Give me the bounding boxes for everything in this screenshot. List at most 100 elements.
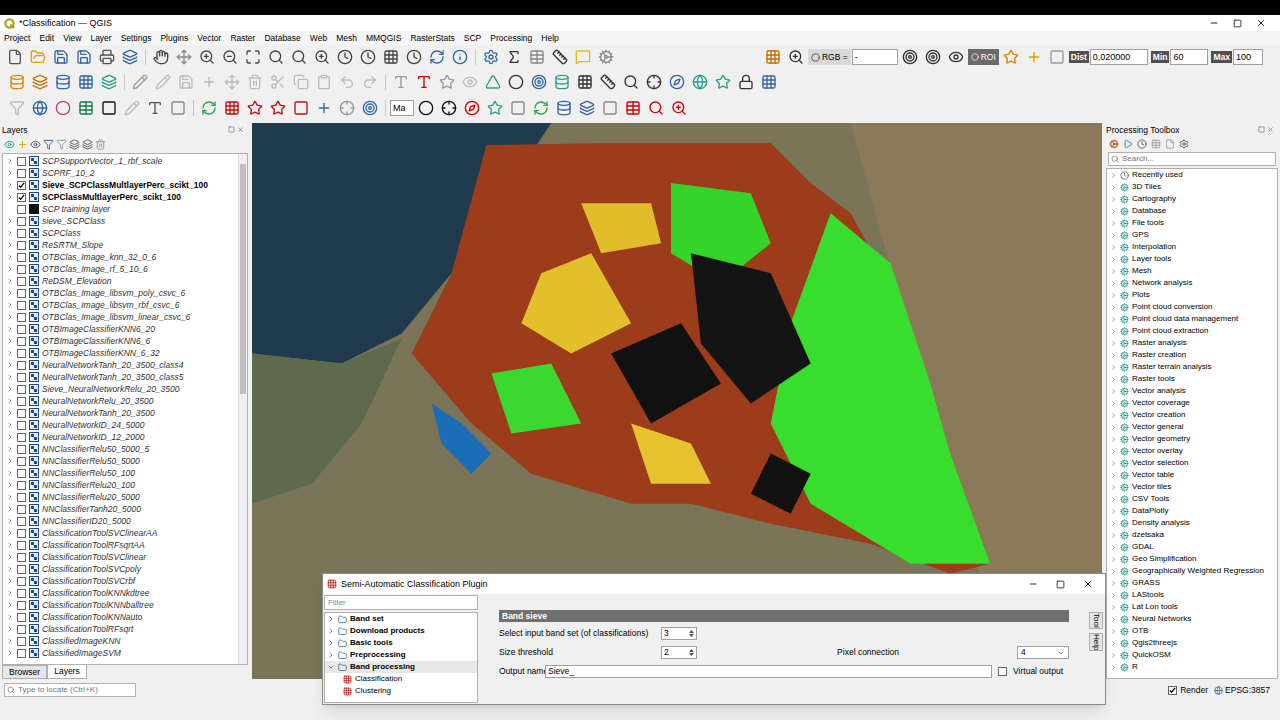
layer-row[interactable]: ClassifiedImageSVM bbox=[3, 647, 238, 659]
expand-arrow-icon[interactable] bbox=[1110, 592, 1117, 599]
roi-add-icon[interactable] bbox=[1023, 46, 1045, 68]
layer-checkbox[interactable] bbox=[17, 325, 26, 334]
expand-arrow-icon[interactable] bbox=[6, 289, 14, 297]
digitize-icon[interactable] bbox=[152, 71, 174, 93]
layer-checkbox[interactable] bbox=[17, 649, 26, 658]
expand-arrow-icon[interactable] bbox=[327, 651, 335, 659]
toolbox-item[interactable]: 3D Tiles bbox=[1107, 181, 1277, 193]
expand-arrow-icon[interactable] bbox=[6, 337, 14, 345]
toolbox-item[interactable]: Lat Lon tools bbox=[1107, 601, 1277, 613]
expand-arrow-icon[interactable] bbox=[6, 553, 14, 561]
layer-row[interactable]: NeuralNetworkTanh_20_3500_class4 bbox=[3, 359, 238, 371]
georef-pt-icon[interactable] bbox=[359, 97, 381, 119]
layer-checkbox[interactable] bbox=[17, 577, 26, 586]
close-panel-icon[interactable] bbox=[237, 126, 244, 133]
layer-checkbox[interactable] bbox=[17, 337, 26, 346]
action-icon[interactable] bbox=[480, 46, 502, 68]
spin-arrows-icon[interactable] bbox=[689, 629, 694, 638]
expand-arrow-icon[interactable] bbox=[1110, 568, 1117, 575]
expand-arrow-icon[interactable] bbox=[1110, 364, 1117, 371]
expand-arrow-icon[interactable] bbox=[327, 627, 335, 635]
expand-arrow-icon[interactable] bbox=[6, 565, 14, 573]
tool-tree-item[interactable]: Band set bbox=[325, 613, 477, 625]
expand-arrow-icon[interactable] bbox=[6, 469, 14, 477]
rgb-combobox[interactable]: - bbox=[852, 49, 898, 65]
expand-arrow-icon[interactable] bbox=[6, 313, 14, 321]
layer-row[interactable]: NNClassifierRelu50_100 bbox=[3, 467, 238, 479]
layer-checkbox[interactable] bbox=[17, 481, 26, 490]
open-icon[interactable] bbox=[27, 46, 49, 68]
toolbox-item[interactable]: Raster analysis bbox=[1107, 337, 1277, 349]
layer-checkbox[interactable] bbox=[17, 541, 26, 550]
toolbox-item[interactable]: GPS bbox=[1107, 229, 1277, 241]
toolbox-item[interactable]: Neural Networks bbox=[1107, 613, 1277, 625]
new-map-view-icon[interactable] bbox=[380, 46, 402, 68]
layer-row[interactable]: NeuralNetworkID_12_2000 bbox=[3, 431, 238, 443]
expand-arrow-icon[interactable] bbox=[1110, 316, 1117, 323]
expand-arrow-icon[interactable] bbox=[6, 265, 14, 273]
layer-checkbox[interactable] bbox=[17, 469, 26, 478]
toolbox-item[interactable]: Vector overlay bbox=[1107, 445, 1277, 457]
expand-arrow-icon[interactable] bbox=[1110, 520, 1117, 527]
expand-arrow-icon[interactable] bbox=[1110, 424, 1117, 431]
layer-checkbox[interactable] bbox=[17, 181, 26, 190]
expand-arrow-icon[interactable] bbox=[6, 637, 14, 645]
plugin-i-icon[interactable] bbox=[668, 97, 690, 119]
toolbox-item[interactable]: Database bbox=[1107, 205, 1277, 217]
layer-row[interactable]: NNClassifierTanh20_5000 bbox=[3, 503, 238, 515]
layer-checkbox[interactable] bbox=[17, 553, 26, 562]
expand-arrow-icon[interactable] bbox=[1110, 556, 1117, 563]
refresh-icon[interactable] bbox=[426, 46, 448, 68]
expand-arrow-icon[interactable] bbox=[1110, 268, 1117, 275]
layer-checkbox[interactable] bbox=[17, 373, 26, 382]
menu-item[interactable]: SCP bbox=[464, 32, 481, 44]
expand-arrow-icon[interactable] bbox=[1110, 328, 1117, 335]
options-icon[interactable] bbox=[1179, 139, 1189, 149]
expand-arrow-icon[interactable] bbox=[6, 385, 14, 393]
maximize-icon[interactable] bbox=[1056, 580, 1065, 589]
undo-icon[interactable] bbox=[336, 71, 358, 93]
expand-arrow-icon[interactable] bbox=[1110, 580, 1117, 587]
toolbox-item[interactable]: QuickOSM bbox=[1107, 649, 1277, 661]
minimize-icon[interactable] bbox=[1209, 18, 1219, 28]
toolbox-item[interactable]: Layer tools bbox=[1107, 253, 1277, 265]
layer-row[interactable]: Sieve_SCPClassMultlayerPerc_scikt_100 bbox=[3, 179, 238, 191]
toolbox-item[interactable]: Raster terrain analysis bbox=[1107, 361, 1277, 373]
zoom-selection-icon[interactable] bbox=[265, 46, 287, 68]
circle-tool-icon[interactable] bbox=[415, 97, 437, 119]
font-icon[interactable] bbox=[144, 97, 166, 119]
layer-row[interactable]: ClassifiedImageKNN bbox=[3, 635, 238, 647]
connection-dropdown[interactable]: 4 bbox=[1017, 646, 1069, 659]
expand-arrow-icon[interactable] bbox=[1110, 472, 1117, 479]
expand-arrow-icon[interactable] bbox=[1110, 388, 1117, 395]
menu-item[interactable]: Project bbox=[4, 32, 30, 44]
expand-arrow-icon[interactable] bbox=[6, 433, 14, 441]
expand-arrow-icon[interactable] bbox=[1110, 532, 1117, 539]
layer-checkbox[interactable] bbox=[17, 265, 26, 274]
expand-arrow-icon[interactable] bbox=[6, 457, 14, 465]
expand-arrow-icon[interactable] bbox=[1110, 352, 1117, 359]
snap-icon[interactable] bbox=[336, 97, 358, 119]
layer-row[interactable]: Sieve_NeuralNetworkRelu_20_3500 bbox=[3, 383, 238, 395]
expand-arrow-icon[interactable] bbox=[1110, 208, 1117, 215]
scp-zoom-icon[interactable] bbox=[785, 46, 807, 68]
layer-checkbox[interactable] bbox=[17, 205, 26, 214]
layer-checkbox[interactable] bbox=[17, 349, 26, 358]
expand-arrow-icon[interactable] bbox=[1110, 232, 1117, 239]
expand-arrow-icon[interactable] bbox=[6, 481, 14, 489]
lock-icon[interactable] bbox=[735, 71, 757, 93]
expand-arrow-icon[interactable] bbox=[1110, 256, 1117, 263]
edit-icon[interactable] bbox=[129, 71, 151, 93]
expand-arrow-icon[interactable] bbox=[6, 241, 14, 249]
expand-arrow-icon[interactable] bbox=[1110, 604, 1117, 611]
add-group-icon[interactable] bbox=[17, 139, 28, 150]
toolbox-item[interactable]: GDAL bbox=[1107, 541, 1277, 553]
delete-icon[interactable] bbox=[244, 71, 266, 93]
expand-arrow-icon[interactable] bbox=[1110, 652, 1117, 659]
history-icon[interactable] bbox=[1137, 139, 1147, 149]
vector-icon[interactable] bbox=[98, 71, 120, 93]
zoom-last-icon[interactable] bbox=[334, 46, 356, 68]
layer-row[interactable]: SCPClassMultlayerPerc_scikt_100 bbox=[3, 191, 238, 203]
max-field[interactable]: 100 bbox=[1233, 49, 1263, 65]
expand-arrow-icon[interactable] bbox=[6, 157, 14, 165]
